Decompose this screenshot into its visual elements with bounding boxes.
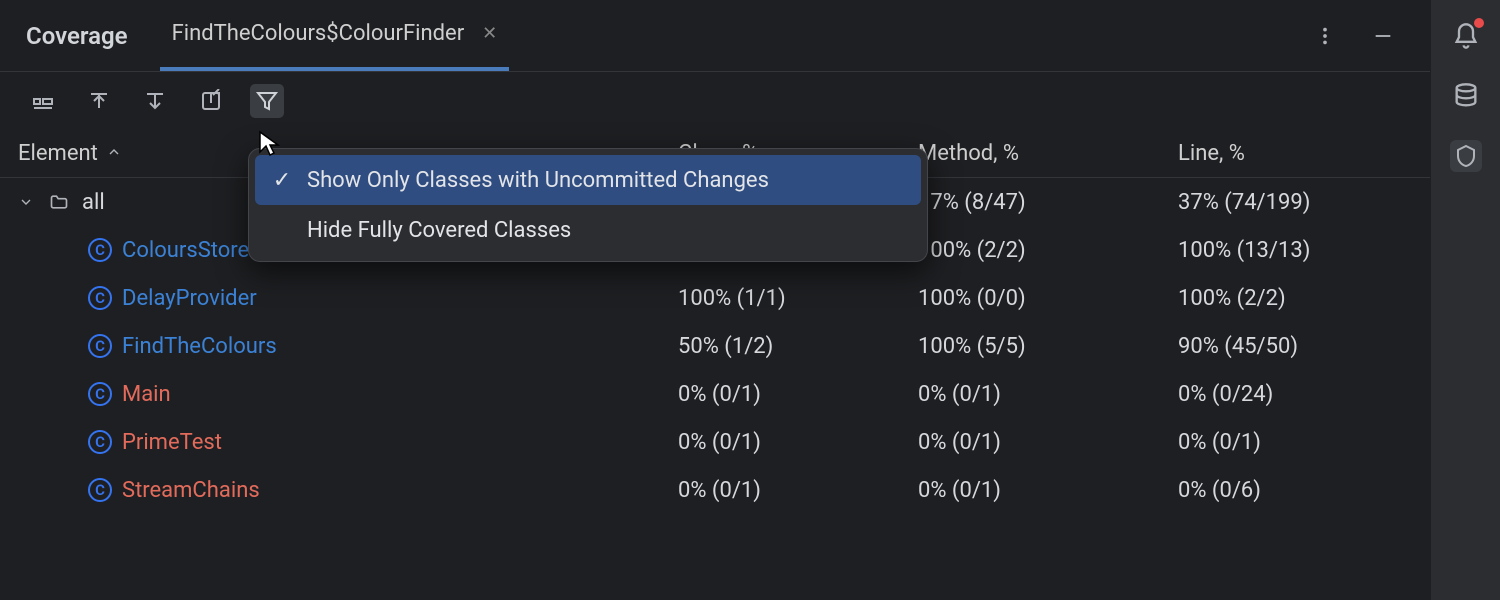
method-pct: 100% (5/5): [918, 334, 1178, 359]
filter-icon[interactable]: [250, 84, 284, 118]
check-icon: ✓: [271, 168, 293, 193]
flatten-packages-icon[interactable]: [26, 84, 60, 118]
class-pct: 50% (1/2): [678, 334, 918, 359]
element-name: all: [82, 190, 105, 215]
method-pct: 100% (0/0): [918, 286, 1178, 311]
class-icon: C: [88, 430, 112, 454]
minimize-icon[interactable]: [1358, 15, 1408, 57]
method-pct: 100% (2/2): [918, 238, 1178, 263]
class-icon: C: [88, 286, 112, 310]
method-pct: 0% (0/1): [918, 478, 1178, 503]
panel-title: Coverage: [26, 22, 128, 50]
filter-option-uncommitted[interactable]: ✓ Show Only Classes with Uncommitted Cha…: [255, 155, 921, 205]
filter-option-label: Show Only Classes with Uncommitted Chang…: [307, 168, 769, 193]
class-icon: C: [88, 334, 112, 358]
kebab-menu-icon[interactable]: [1300, 15, 1350, 57]
class-icon: C: [88, 382, 112, 406]
coverage-tab[interactable]: FindTheColours$ColourFinder ✕: [160, 0, 510, 71]
col-line-label: Line, %: [1178, 141, 1245, 166]
navigate-down-icon[interactable]: [138, 84, 172, 118]
close-icon[interactable]: ✕: [482, 23, 497, 44]
shield-icon[interactable]: [1450, 140, 1482, 172]
filter-option-hide-full[interactable]: Hide Fully Covered Classes: [255, 205, 921, 255]
col-line[interactable]: Line, %: [1178, 141, 1430, 166]
notifications-icon[interactable]: [1450, 20, 1482, 52]
filter-option-label: Hide Fully Covered Classes: [307, 218, 571, 243]
tab-label: FindTheColours$ColourFinder: [172, 21, 465, 46]
panel-tabbar: Coverage FindTheColours$ColourFinder ✕: [0, 0, 1430, 72]
line-pct: 0% (0/1): [1178, 430, 1430, 455]
table-row[interactable]: C PrimeTest 0% (0/1) 0% (0/1) 0% (0/1): [0, 418, 1430, 466]
right-tool-rail: [1430, 0, 1500, 600]
coverage-toolbar: [0, 72, 1430, 130]
folder-icon: [48, 192, 70, 212]
line-pct: 90% (45/50): [1178, 334, 1430, 359]
class-icon: C: [88, 478, 112, 502]
navigate-up-icon[interactable]: [82, 84, 116, 118]
filter-popup: ✓ Show Only Classes with Uncommitted Cha…: [248, 148, 928, 262]
method-pct: 0% (0/1): [918, 382, 1178, 407]
col-method[interactable]: Method, %: [918, 141, 1178, 166]
class-pct: 0% (0/1): [678, 478, 918, 503]
class-icon: C: [88, 238, 112, 262]
line-pct: 100% (13/13): [1178, 238, 1430, 263]
table-row[interactable]: C FindTheColours 50% (1/2) 100% (5/5) 90…: [0, 322, 1430, 370]
element-name: Main: [122, 382, 171, 407]
line-pct: 0% (0/24): [1178, 382, 1430, 407]
class-pct: 100% (1/1): [678, 286, 918, 311]
chevron-down-icon[interactable]: [18, 194, 36, 210]
line-pct: 0% (0/6): [1178, 478, 1430, 503]
table-row[interactable]: C StreamChains 0% (0/1) 0% (0/1) 0% (0/6…: [0, 466, 1430, 514]
line-pct: 37% (74/199): [1178, 190, 1430, 215]
method-pct: 17% (8/47): [918, 190, 1178, 215]
element-name: StreamChains: [122, 478, 260, 503]
method-pct: 0% (0/1): [918, 430, 1178, 455]
line-pct: 100% (2/2): [1178, 286, 1430, 311]
table-row[interactable]: C Main 0% (0/1) 0% (0/1) 0% (0/24): [0, 370, 1430, 418]
element-name: DelayProvider: [122, 286, 257, 311]
element-name: FindTheColours: [122, 334, 277, 359]
database-icon[interactable]: [1450, 80, 1482, 112]
element-name: PrimeTest: [122, 430, 222, 455]
class-pct: 0% (0/1): [678, 430, 918, 455]
export-icon[interactable]: [194, 84, 228, 118]
table-row[interactable]: C DelayProvider 100% (1/1) 100% (0/0) 10…: [0, 274, 1430, 322]
col-element-label: Element: [18, 141, 98, 166]
notification-badge: [1474, 18, 1484, 28]
col-method-label: Method, %: [918, 141, 1019, 166]
element-name: ColoursStore: [122, 238, 249, 263]
sort-asc-icon: [106, 141, 122, 166]
class-pct: 0% (0/1): [678, 382, 918, 407]
